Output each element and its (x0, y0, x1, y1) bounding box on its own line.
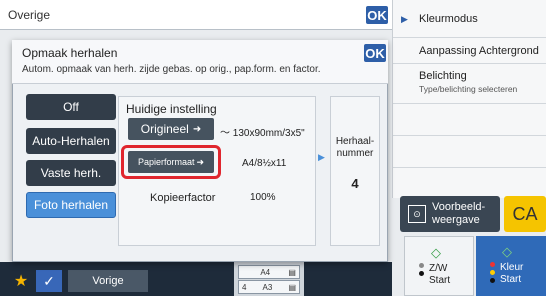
dialog-subtitle: Autom. opmaak van herh. zijde gebas. op … (22, 64, 321, 75)
page-thumbnails[interactable]: A4 ▤ 4 A3 ▤ (234, 262, 304, 296)
thumb-number: 4 (242, 282, 247, 292)
star-icon[interactable]: ★ (8, 272, 34, 292)
repeat-number-value: 4 (351, 176, 359, 191)
option-foto-herhalen[interactable]: Foto herhalen (26, 192, 116, 218)
rp-item-aanpassing[interactable]: Aanpassing Achtergrond (393, 38, 546, 64)
thumb-size: A3 (262, 282, 273, 292)
original-button-label: Origineel (140, 122, 189, 136)
original-value: ～ 130x90mm/3x5" (220, 128, 305, 139)
repeat-number-panel[interactable] (330, 96, 380, 246)
preview-label-2: weergave (432, 214, 480, 226)
top-bar-title: Overige (8, 8, 51, 22)
play-icon: ▶ (318, 152, 325, 162)
clear-all-button[interactable]: CA (504, 196, 546, 232)
paper-size-button[interactable]: Papierformaat ➜ (128, 151, 214, 173)
rp-item-belichting[interactable]: Belichting Type/belichting selecteren (393, 64, 546, 104)
top-bar: Overige (0, 0, 392, 30)
preview-button[interactable]: ⊙ Voorbeeld- weergave (400, 196, 500, 232)
color-start-label-1: Kleur (500, 262, 524, 273)
diamond-icon: ◇ (502, 244, 512, 259)
page-icon: ▤ (288, 267, 296, 277)
paper-size-button-label: Papierformaat (137, 157, 195, 167)
option-vaste-herh[interactable]: Vaste herh. (26, 160, 116, 186)
rp-item-sub: Type/belichting selecteren (419, 84, 518, 94)
play-icon: ▶ (401, 14, 408, 24)
rp-item-label: Aanpassing Achtergrond (419, 45, 539, 57)
color-dots-icon (490, 262, 496, 286)
dialog-title: Opmaak herhalen (22, 46, 118, 60)
previous-button[interactable]: Vorige (68, 270, 148, 292)
arrow-right-icon: ➜ (192, 123, 202, 135)
arrow-right-icon: ➜ (196, 156, 205, 167)
paper-size-value: A4/8½x11 (242, 158, 287, 169)
preview-icon: ⊙ (408, 205, 426, 223)
rp-item-label: Belichting (419, 70, 467, 82)
top-ok-button[interactable]: OK (366, 6, 388, 24)
bw-start-label-2: Start (429, 275, 451, 286)
rp-item-label: Kleurmodus (419, 13, 478, 25)
diamond-icon: ◇ (431, 245, 441, 260)
right-function-panel: ▶ Kleurmodus Aanpassing Achtergrond Beli… (392, 0, 546, 198)
thumbnail[interactable]: A4 ▤ (238, 265, 300, 279)
dialog-ok-button[interactable]: OK (364, 44, 386, 62)
copy-factor-label: Kopieerfactor (150, 192, 216, 204)
rp-item-empty[interactable] (393, 136, 546, 168)
rp-item-empty[interactable] (393, 104, 546, 136)
repeat-number-label: Herhaal- nummer (330, 136, 380, 160)
page-icon: ▤ (288, 282, 296, 292)
original-button[interactable]: Origineel ➜ (128, 118, 214, 140)
bw-start-label-1: Z/W (429, 263, 448, 274)
copy-factor-value: 100% (250, 192, 276, 203)
preview-label-1: Voorbeeld- (432, 201, 486, 213)
current-settings-title: Huidige instelling (126, 102, 217, 116)
color-start-button[interactable]: ◇ Kleur Start (476, 236, 546, 296)
repeat-label-2: nummer (336, 148, 374, 159)
option-auto-herhalen[interactable]: Auto-Herhalen (26, 128, 116, 154)
thumbnail[interactable]: 4 A3 ▤ (238, 280, 300, 294)
thumb-size: A4 (260, 267, 271, 277)
bw-start-button[interactable]: ◇ Z/W Start (404, 236, 474, 296)
bw-dots-icon (419, 263, 425, 279)
repeat-label-1: Herhaal- (335, 136, 375, 147)
rp-item-kleurmodus[interactable]: ▶ Kleurmodus (393, 0, 546, 38)
color-start-label-2: Start (500, 274, 522, 285)
check-icon[interactable]: ✓ (36, 270, 62, 292)
option-off[interactable]: Off (26, 94, 116, 120)
